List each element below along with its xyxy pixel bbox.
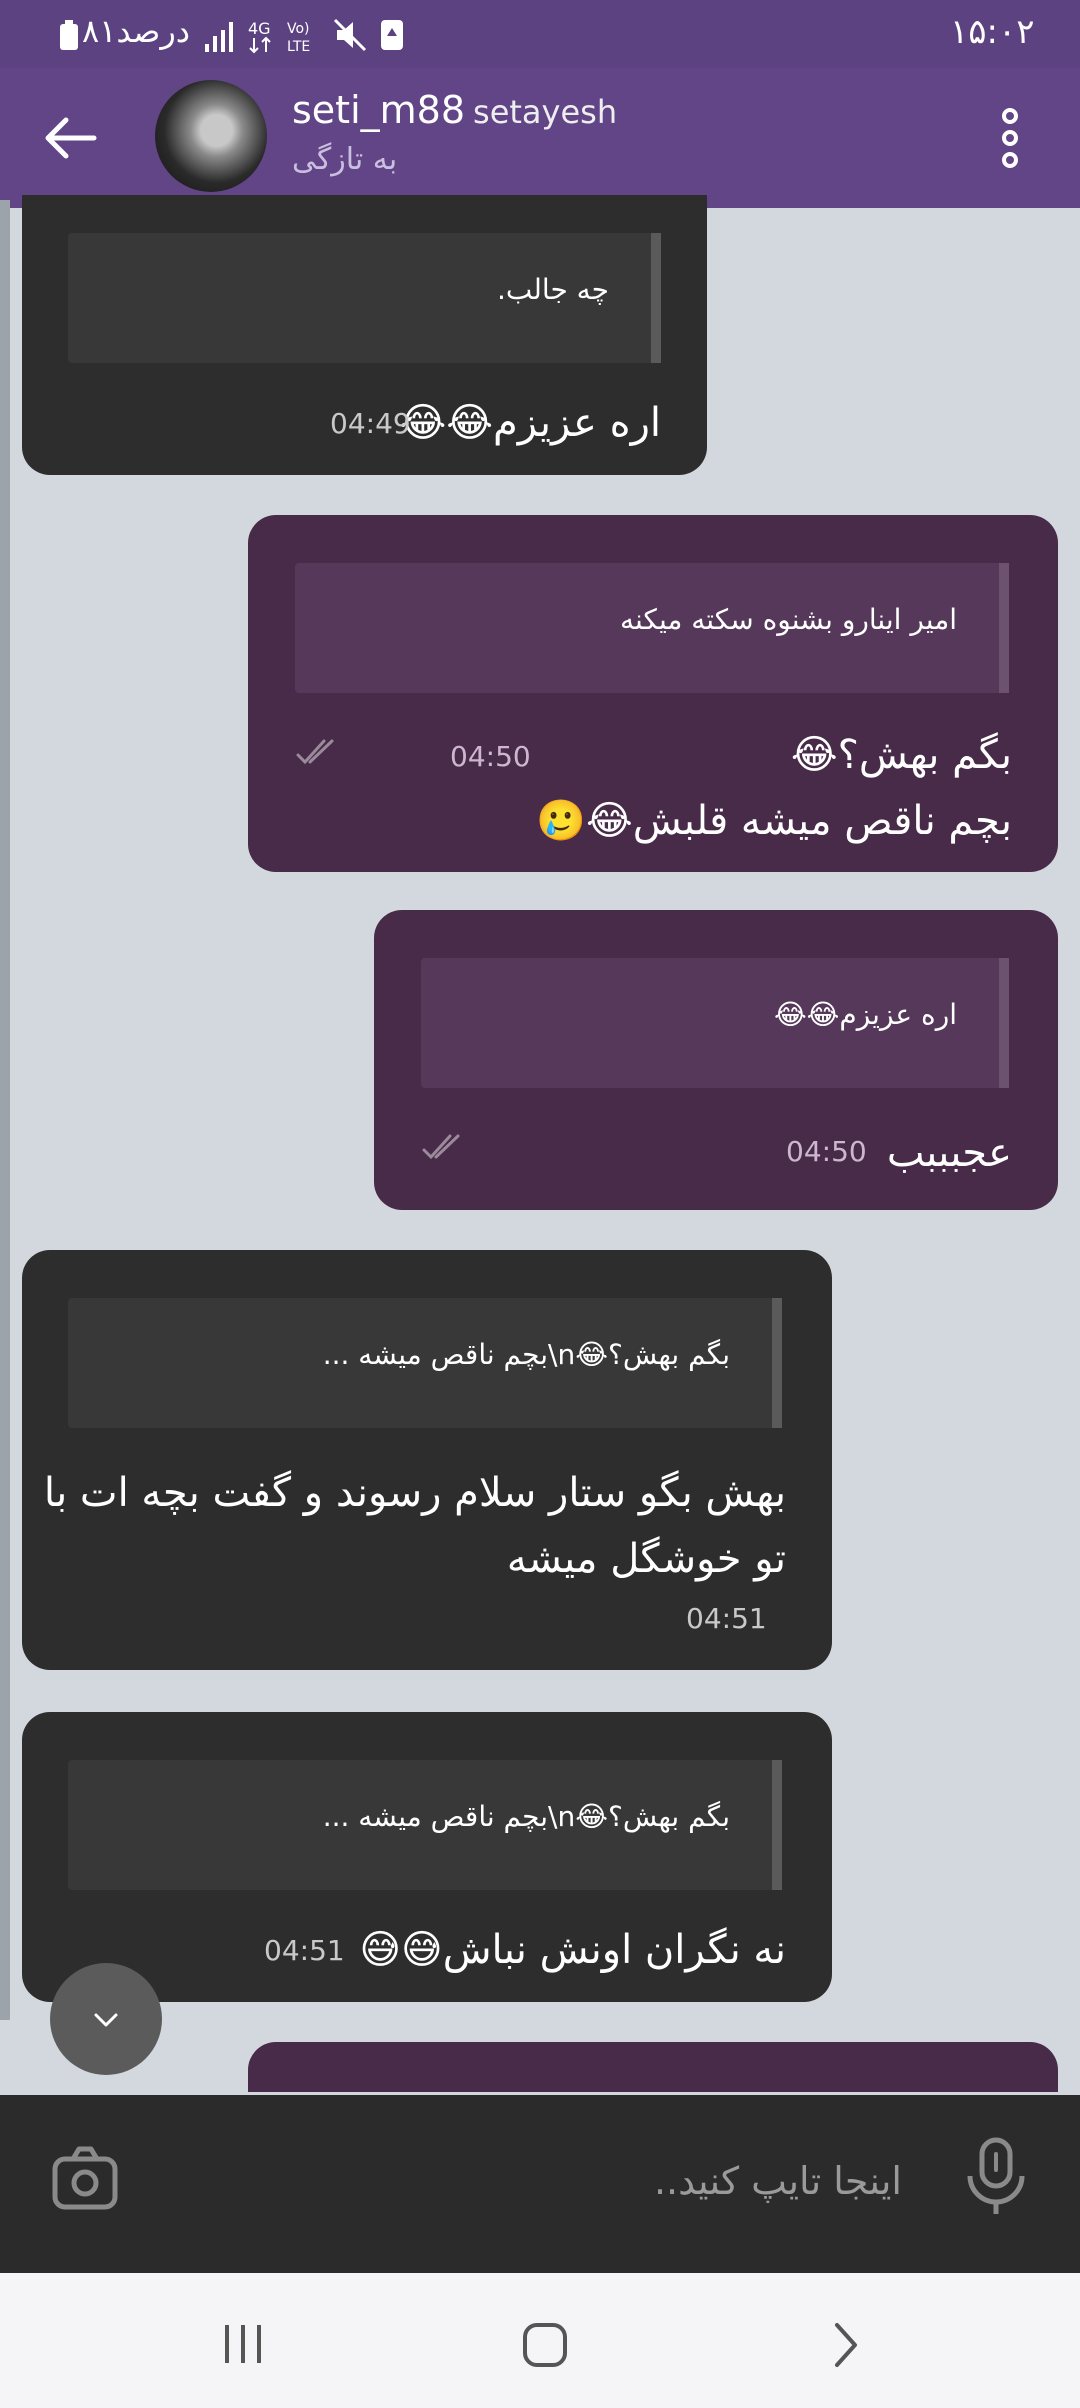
svg-text:Vo): Vo)	[287, 21, 310, 37]
message-text: اره عزیزم😂😂	[399, 400, 661, 446]
message-text-line: بهش بگو ستار سلام رسوند و گفت بچه ات با	[43, 1470, 786, 1516]
home-icon[interactable]	[515, 2313, 575, 2373]
signal-icon	[205, 22, 233, 52]
clock: ۱۵:۰۲	[950, 12, 1035, 52]
contact-username: seti_m88	[292, 88, 466, 132]
reply-indicator	[772, 1760, 782, 1890]
reply-preview[interactable]: بگم بهش؟😂n\بچم ناقص میشه ...	[68, 1298, 782, 1428]
scroll-to-bottom-button[interactable]	[50, 1963, 162, 2075]
reply-indicator	[651, 233, 661, 363]
reply-indicator	[999, 958, 1009, 1088]
mute-icon	[333, 18, 367, 52]
reply-text: اره عزیزم😂😂	[773, 998, 957, 1031]
system-navigation-bar	[0, 2273, 1080, 2408]
more-vertical-icon[interactable]	[980, 98, 1040, 178]
message-text: نه نگران اونش نباش😅😅	[359, 1927, 786, 1973]
message-text-line: بگم بهش؟😂	[790, 732, 1012, 778]
reply-preview[interactable]: چه جالب.	[68, 233, 661, 363]
contact-display-name: setayesh	[473, 93, 618, 131]
battery-percentage: ۸۱درصد	[82, 12, 191, 50]
message-time: 04:50	[786, 1135, 867, 1168]
chat-header: seti_m88 setayesh به تازگی	[0, 68, 1080, 208]
network-4g-icon: 4G	[248, 19, 271, 54]
message-bubble-outgoing[interactable]	[248, 2042, 1058, 2092]
read-receipt-icon	[422, 1134, 460, 1160]
reply-preview[interactable]: بگم بهش؟😂n\بچم ناقص میشه ...	[68, 1760, 782, 1890]
svg-text:LTE: LTE	[287, 39, 310, 54]
reply-indicator	[999, 563, 1009, 693]
scrollbar[interactable]	[0, 200, 10, 2020]
message-text: عجبببب	[886, 1130, 1012, 1176]
save-data-icon	[381, 20, 403, 50]
microphone-icon[interactable]	[958, 2130, 1033, 2225]
reply-indicator	[772, 1298, 782, 1428]
message-time: 04:51	[264, 1934, 345, 1967]
message-text-line: بچم ناقص میشه قلبش😂🥲	[536, 798, 1012, 844]
message-time: 04:51	[686, 1602, 767, 1635]
reply-text: امیر اینارو بشنوه سکته میکنه	[620, 603, 957, 636]
reply-text: بگم بهش؟😂n\بچم ناقص میشه ...	[322, 1338, 730, 1371]
contact-name[interactable]: seti_m88 setayesh	[292, 88, 617, 132]
recents-icon[interactable]	[213, 2313, 273, 2373]
battery-icon	[60, 20, 78, 50]
last-seen-status: به تازگی	[292, 142, 398, 177]
message-bubble-incoming[interactable]: چه جالب. اره عزیزم😂😂 04:49	[22, 195, 707, 475]
message-bubble-outgoing[interactable]: امیر اینارو بشنوه سکته میکنه بگم بهش؟😂 ب…	[248, 515, 1058, 872]
camera-icon[interactable]	[45, 2135, 125, 2225]
reply-preview[interactable]: اره عزیزم😂😂	[421, 958, 1009, 1088]
message-text-line: تو خوشگل میشه	[506, 1536, 786, 1582]
message-bubble-incoming[interactable]: بگم بهش؟😂n\بچم ناقص میشه ... نه نگران او…	[22, 1712, 832, 2002]
volte-icon: Vo) LTE	[287, 21, 310, 54]
message-bubble-outgoing[interactable]: اره عزیزم😂😂 عجبببب 04:50	[374, 910, 1058, 1210]
reply-preview[interactable]: امیر اینارو بشنوه سکته میکنه	[295, 563, 1009, 693]
chevron-down-icon	[94, 2013, 118, 2027]
reply-text: چه جالب.	[497, 273, 609, 306]
svg-text:4G: 4G	[248, 19, 271, 38]
status-bar: ۸۱درصد 4G Vo) LTE ۱۵:۰۲	[0, 0, 1080, 70]
message-bubble-incoming[interactable]: بگم بهش؟😂n\بچم ناقص میشه ... بهش بگو ستا…	[22, 1250, 832, 1670]
arrow-left-icon[interactable]	[30, 98, 110, 178]
avatar[interactable]	[155, 80, 267, 192]
reply-text: بگم بهش؟😂n\بچم ناقص میشه ...	[322, 1800, 730, 1833]
message-composer	[0, 2095, 1080, 2273]
message-time: 04:50	[450, 740, 531, 773]
message-time: 04:49	[330, 407, 411, 440]
message-input[interactable]	[160, 2140, 904, 2222]
chevron-right-icon[interactable]	[815, 2313, 875, 2373]
read-receipt-icon	[296, 739, 334, 765]
